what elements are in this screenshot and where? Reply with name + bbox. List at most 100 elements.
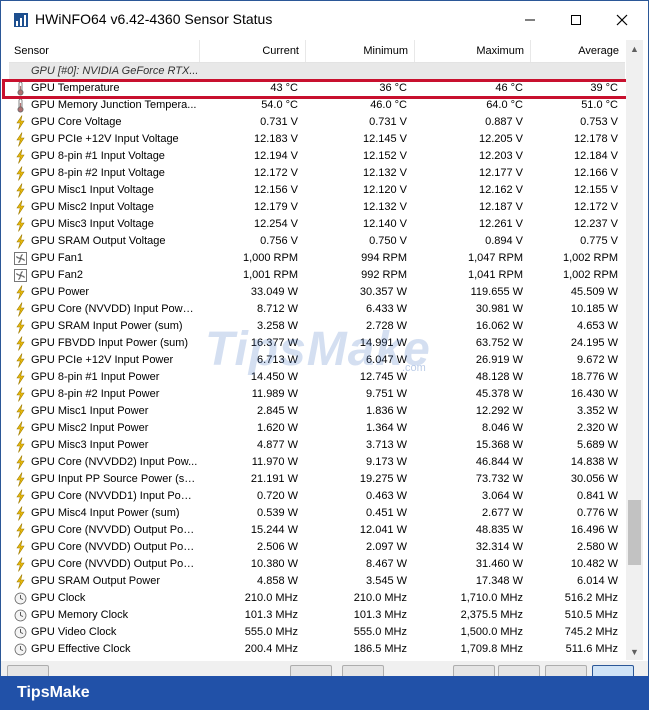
sensor-row[interactable]: GPU Misc3 Input Voltage 12.254 V 12.140 V 1… (9, 216, 625, 233)
lightning-icon (16, 540, 25, 555)
scroll-up-button[interactable]: ▲ (626, 40, 643, 57)
title-bar[interactable]: HWiNFO64 v6.42-4360 Sensor Status (1, 1, 648, 39)
minimum-value: 12.132 V (362, 201, 407, 213)
maximum-value: 15.368 W (475, 439, 523, 451)
sensor-row[interactable]: GPU Misc1 Input Power 2.845 W 1.836 W 12.29… (9, 403, 625, 420)
sensor-name: GPU Misc2 Input Power (31, 422, 149, 434)
scroll-thumb[interactable] (628, 500, 641, 565)
average-value: 5.689 W (577, 439, 618, 451)
maximum-value: 2.677 W (482, 507, 523, 519)
sensor-row[interactable]: GPU Core (NVVDD1) Input Powe... 0.720 W 0.… (9, 488, 625, 505)
column-header-average[interactable]: Average (530, 40, 625, 62)
sensor-row[interactable]: GPU Misc1 Input Voltage 12.156 V 12.120 V 1… (9, 182, 625, 199)
sensor-row[interactable]: GPU SRAM Input Power (sum) 3.258 W 2.728 W… (9, 318, 625, 335)
column-header-current[interactable]: Current (199, 40, 305, 62)
sensor-row[interactable]: GPU PCIe +12V Input Voltage 12.183 V 12.14… (9, 131, 625, 148)
sensor-row[interactable]: GPU Memory Clock 101.3 MHz 101.3 MHz 2,375.… (9, 607, 625, 624)
brand-bar: TipsMake (0, 676, 649, 710)
lightning-icon (16, 506, 25, 521)
sensor-row[interactable]: GPU Core (NVVDD) Input Power... 8.712 W 6.… (9, 301, 625, 318)
sensor-row[interactable]: GPU Fan2 1,001 RPM 992 RPM 1,041 RPM 1,002 R… (9, 267, 625, 284)
sensor-row[interactable]: GPU PCIe +12V Input Power 6.713 W 6.047 W 2… (9, 352, 625, 369)
minimum-value: 3.713 W (366, 439, 407, 451)
sensor-row[interactable]: GPU Memory Junction Tempera... 54.0 °C 46.… (9, 97, 625, 114)
sensor-row[interactable]: GPU Core Voltage 0.731 V 0.731 V 0.887 V 0.7… (9, 114, 625, 131)
average-value: 0.753 V (580, 116, 618, 128)
minimum-value: 12.041 W (359, 524, 407, 536)
column-header-sensor[interactable]: Sensor (14, 40, 194, 62)
sensor-row[interactable]: GPU Core (NVVDD) Output Pow... 15.244 W 12… (9, 522, 625, 539)
sensor-name: GPU 8-pin #1 Input Power (31, 371, 160, 383)
close-button[interactable] (599, 1, 645, 39)
sensor-row[interactable]: GPU SRAM Output Power 4.858 W 3.545 W 17.34… (9, 573, 625, 590)
minimize-button[interactable] (507, 1, 553, 39)
sensor-row[interactable]: GPU Input PP Source Power (sum) 21.191 W 1… (9, 471, 625, 488)
sensor-name: GPU 8-pin #2 Input Voltage (31, 167, 165, 179)
lightning-icon (16, 489, 25, 504)
average-value: 510.5 MHz (564, 609, 618, 621)
maximum-value: 12.162 V (478, 184, 523, 196)
lightning-icon (16, 302, 25, 317)
sensor-row[interactable]: GPU Misc3 Input Power 4.877 W 3.713 W 15.36… (9, 437, 625, 454)
average-value: 0.841 W (577, 490, 618, 502)
sensor-row[interactable]: GPU Effective Clock 200.4 MHz 186.5 MHz 1,7… (9, 641, 625, 658)
lightning-icon (16, 234, 25, 249)
maximum-value: 32.314 W (475, 541, 523, 553)
sensor-group-row[interactable]: GPU [#0]: NVIDIA GeForce RTX... (9, 63, 625, 80)
minimum-value: 19.275 W (359, 473, 407, 485)
maximum-value: 73.732 W (475, 473, 523, 485)
chevron-up-icon: ▲ (630, 43, 639, 54)
lightning-icon (16, 574, 25, 589)
sensor-name: GPU Core (NVVDD) Output Power (31, 558, 199, 570)
sensor-row[interactable]: GPU Temperature 43 °C 36 °C 46 °C 39 °C (9, 80, 625, 97)
lightning-icon (16, 557, 25, 572)
average-value: 16.496 W (570, 524, 618, 536)
average-value: 745.2 MHz (564, 626, 618, 638)
sensor-row[interactable]: GPU Core (NVVDD) Output Power 10.380 W 8.4… (9, 556, 625, 573)
sensor-row[interactable]: GPU Video Clock 555.0 MHz 555.0 MHz 1,500.0… (9, 624, 625, 641)
current-value: 11.970 W (251, 456, 298, 468)
sensor-row[interactable]: GPU Core (NVVDD2) Input Pow... 11.970 W 9.… (9, 454, 625, 471)
sensor-row[interactable]: GPU 8-pin #1 Input Voltage 12.194 V 12.152… (9, 148, 625, 165)
minimum-value: 12.132 V (362, 167, 407, 179)
maximum-value: 2,375.5 MHz (460, 609, 523, 621)
sensor-row[interactable]: GPU Core (NVVDD) Output Power 2.506 W 2.09… (9, 539, 625, 556)
lightning-icon (16, 115, 25, 130)
sensor-row[interactable]: GPU Misc4 Input Power (sum) 0.539 W 0.451 … (9, 505, 625, 522)
minimum-value: 992 RPM (361, 269, 407, 281)
sensor-row[interactable]: GPU Power 33.049 W 30.357 W 119.655 W 45.509… (9, 284, 625, 301)
hwinfo-app-icon (14, 13, 28, 27)
vertical-scrollbar[interactable]: ▲ ▼ (626, 40, 643, 660)
sensor-name: GPU Core Voltage (31, 116, 122, 128)
maximum-value: 12.203 V (478, 150, 523, 162)
sensor-row[interactable]: GPU Fan1 1,000 RPM 994 RPM 1,047 RPM 1,002 R… (9, 250, 625, 267)
sensor-row[interactable]: GPU 8-pin #2 Input Power 11.989 W 9.751 W 4… (9, 386, 625, 403)
sensor-row[interactable]: GPU Misc2 Input Voltage 12.179 V 12.132 V 1… (9, 199, 625, 216)
sensor-name: GPU Fan1 (31, 252, 83, 264)
maximum-value: 0.887 V (485, 116, 523, 128)
sensor-row[interactable]: GPU 8-pin #1 Input Power 14.450 W 12.745 W… (9, 369, 625, 386)
average-value: 10.482 W (570, 558, 618, 570)
sensor-row[interactable]: GPU FBVDD Input Power (sum) 16.377 W 14.99… (9, 335, 625, 352)
average-value: 3.352 W (577, 405, 618, 417)
minimum-value: 6.433 W (366, 303, 407, 315)
clock-icon (14, 626, 27, 639)
lightning-icon (16, 149, 25, 164)
sensor-row[interactable]: GPU Misc2 Input Power 1.620 W 1.364 W 8.046… (9, 420, 625, 437)
column-header-minimum[interactable]: Minimum (305, 40, 414, 62)
brand-logo-text: TipsMake (17, 684, 90, 701)
column-header-maximum[interactable]: Maximum (414, 40, 530, 62)
average-value: 1,002 RPM (562, 252, 618, 264)
lightning-icon (16, 438, 25, 453)
sensor-row[interactable]: GPU SRAM Output Voltage 0.756 V 0.750 V 0.8… (9, 233, 625, 250)
average-value: 9.672 W (577, 354, 618, 366)
maximum-value: 26.919 W (475, 354, 523, 366)
scroll-down-button[interactable]: ▼ (626, 643, 643, 660)
sensor-row[interactable]: GPU Clock 210.0 MHz 210.0 MHz 1,710.0 MHz 51… (9, 590, 625, 607)
maximize-button[interactable] (553, 1, 599, 39)
minimum-value: 210.0 MHz (353, 592, 407, 604)
current-value: 0.720 W (257, 490, 298, 502)
current-value: 21.191 W (250, 473, 298, 485)
lightning-icon (16, 353, 25, 368)
sensor-row[interactable]: GPU 8-pin #2 Input Voltage 12.172 V 12.132… (9, 165, 625, 182)
